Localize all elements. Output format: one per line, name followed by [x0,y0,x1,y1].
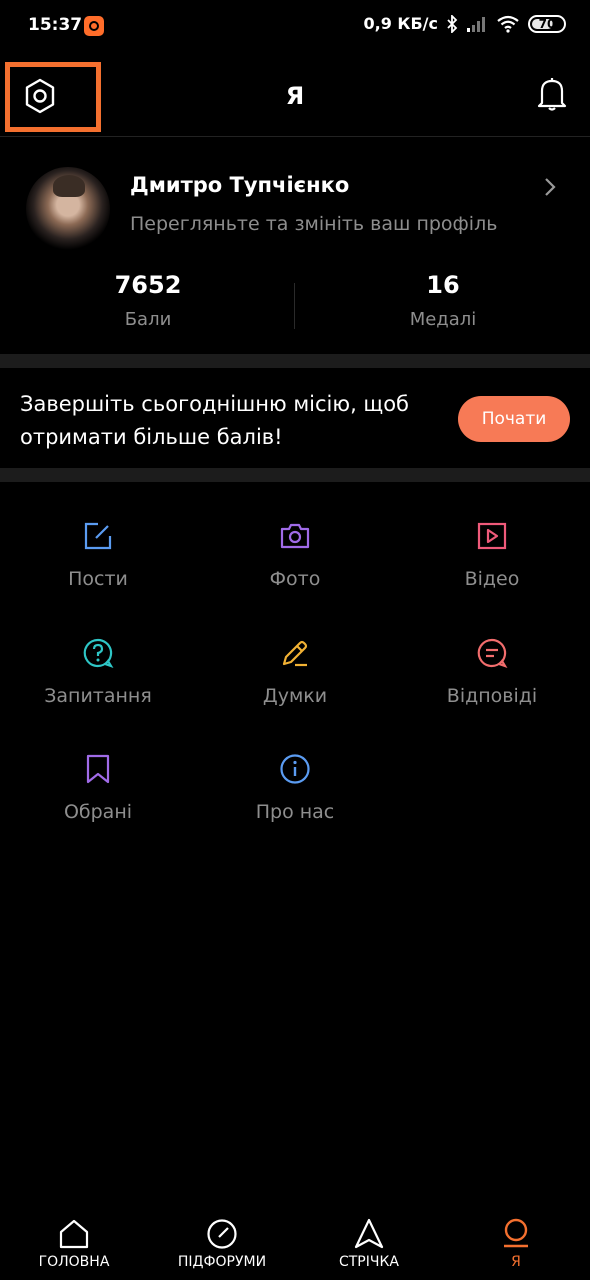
menu-item-favorites[interactable]: Обрані [0,753,196,853]
daily-mission-banner: Завершіть сьогоднішню місію, щоб отримат… [0,368,590,468]
profile-icon [504,1218,528,1248]
menu-item-about[interactable]: Про нас [197,753,393,853]
screen: 15:37 0,9 КБ/с 70 Я Дмитро Тупчієнко Пер… [0,0,590,1280]
menu-item-label: Відео [464,568,520,590]
start-mission-button[interactable]: Почати [458,396,570,442]
edit-square-icon [84,522,112,550]
pencil-icon [282,640,308,667]
profile-subtitle: Перегляньте та змініть ваш профіль [130,213,498,235]
camera-icon [280,523,310,549]
stat-medals-label: Медалі [409,309,477,330]
signal-icon [467,16,485,32]
bluetooth-icon [447,14,458,33]
chat-bubble-icon [477,638,508,668]
nav-profile[interactable]: Я [442,1218,590,1270]
avatar[interactable] [26,167,110,251]
stat-points-value: 7652 [114,271,182,299]
menu-item-label: Про нас [255,801,335,823]
notification-app-icon [84,16,104,36]
menu-item-answers[interactable]: Відповіді [394,637,590,737]
stat-medals[interactable]: 16 Медалі [295,271,590,330]
mission-text: Завершіть сьогоднішню місію, щоб отримат… [20,392,409,449]
bell-icon[interactable] [536,76,568,112]
section-divider [0,354,590,368]
menu-item-posts[interactable]: Пости [0,520,196,620]
page-title: Я [285,82,305,110]
bookmark-icon [86,754,110,784]
stat-medals-value: 16 [426,271,460,299]
status-bar: 15:37 0,9 КБ/с 70 [0,0,590,54]
menu-item-label: Думки [262,685,328,707]
status-time: 15:37 [28,15,83,35]
battery-indicator: 70 [528,14,566,33]
nav-label: ГОЛОВНА [38,1254,110,1270]
nav-home[interactable]: ГОЛОВНА [0,1218,148,1270]
nav-label: Я [511,1254,521,1270]
menu-item-label: Пости [68,568,128,590]
info-icon [280,754,310,784]
nav-label: СТРІЧКА [338,1254,399,1270]
compass-icon [207,1219,237,1249]
wifi-icon [497,15,519,33]
profile-card[interactable]: Дмитро Тупчієнко Перегляньте та змініть … [0,137,590,354]
nav-label: ПІДФОРУМИ [177,1254,267,1270]
section-divider [0,468,590,482]
nav-subforums[interactable]: ПІДФОРУМИ [148,1218,296,1270]
bottom-navigation: ГОЛОВНА ПІДФОРУМИ СТРІЧКА Я [0,1200,590,1280]
video-play-icon [477,522,507,550]
menu-item-thoughts[interactable]: Думки [197,637,393,737]
menu-item-label: Фото [269,568,321,590]
menu-item-label: Обрані [63,801,133,823]
app-header: Я [0,54,590,137]
profile-name: Дмитро Тупчієнко [130,173,350,197]
status-indicators: 0,9 КБ/с 70 [363,14,566,33]
stat-points[interactable]: 7652 Бали [0,271,296,330]
menu-item-photos[interactable]: Фото [197,520,393,620]
menu-item-label: Відповіді [446,685,538,707]
network-speed: 0,9 КБ/с [363,14,438,33]
menu-item-video[interactable]: Відео [394,520,590,620]
menu-item-label: Запитання [44,685,152,707]
navigation-arrow-icon [354,1218,384,1249]
question-bubble-icon [83,638,114,668]
battery-level: 70 [538,16,556,31]
stat-points-label: Бали [124,309,172,330]
menu-item-questions[interactable]: Запитання [0,637,196,737]
chevron-right-icon[interactable] [544,177,556,197]
home-icon [59,1219,89,1249]
nav-feed[interactable]: СТРІЧКА [295,1218,443,1270]
